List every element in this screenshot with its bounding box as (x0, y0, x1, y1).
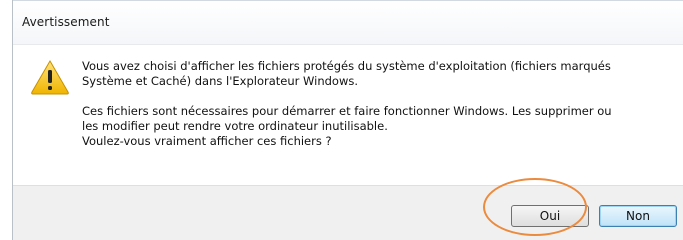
screenshot: Avertissement Vous avez choisi d'affiche… (0, 0, 683, 240)
message-line: Système et Caché) dans l'Explorateur Win… (82, 74, 359, 88)
dialog-title: Avertissement (22, 15, 110, 29)
yes-button[interactable]: Oui (511, 205, 589, 227)
dialog-content: Vous avez choisi d'afficher les fichiers… (13, 44, 683, 186)
no-button[interactable]: Non (599, 205, 677, 227)
message-line: Ces fichiers sont nécessaires pour démar… (82, 104, 612, 118)
message-line: les modifier peut rendre votre ordinateu… (82, 119, 388, 133)
title-bar[interactable]: Avertissement (13, 0, 683, 44)
warning-icon (31, 60, 69, 95)
message-line: Voulez-vous vraiment afficher ces fichie… (82, 134, 332, 148)
dialog-message: Vous avez choisi d'afficher les fichiers… (82, 59, 672, 149)
warning-dialog: Avertissement Vous avez choisi d'affiche… (12, 0, 683, 240)
message-line: Vous avez choisi d'afficher les fichiers… (82, 59, 611, 73)
button-bar: Oui Non (13, 185, 683, 240)
